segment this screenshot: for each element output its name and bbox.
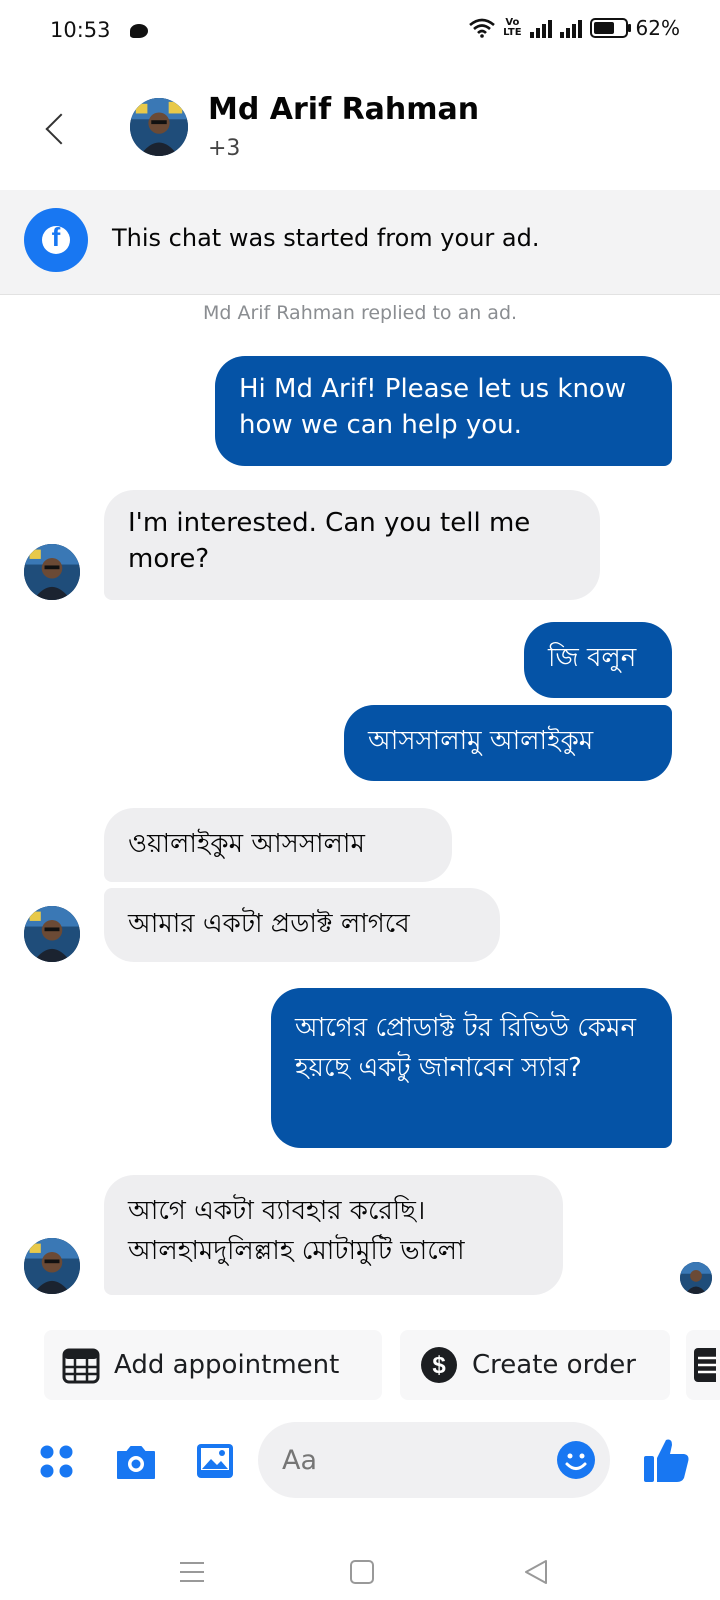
create-order-label: Create order [472, 1350, 636, 1380]
dollar-icon: $ [421, 1347, 457, 1383]
document-icon [694, 1348, 716, 1382]
status-icons: Vo LTE 62% [469, 16, 680, 40]
message-outgoing[interactable]: আসসালামু আলাইকুম [344, 705, 672, 781]
volte-icon: Vo LTE [503, 17, 522, 38]
back-nav-icon[interactable] [524, 1560, 548, 1584]
contact-avatar[interactable] [130, 98, 188, 156]
message-outgoing[interactable]: জি বলুন [524, 622, 672, 698]
signal-icon-2 [559, 18, 582, 38]
add-appointment-label: Add appointment [114, 1350, 340, 1380]
notification-icon [130, 24, 148, 38]
menu-grid-icon[interactable] [36, 1440, 80, 1484]
ad-banner-text: This chat was started from your ad. [112, 224, 540, 252]
thumbs-up-icon[interactable] [642, 1436, 692, 1484]
add-appointment-button[interactable]: Add appointment [44, 1330, 382, 1400]
status-time: 10:53 [50, 18, 111, 42]
recent-apps-icon[interactable] [180, 1560, 204, 1584]
sender-avatar [24, 544, 80, 600]
contact-name[interactable]: Md Arif Rahman [208, 92, 479, 127]
battery-level: 62% [635, 16, 680, 40]
back-button[interactable] [40, 100, 76, 160]
create-order-button[interactable]: $ Create order [400, 1330, 670, 1400]
message-incoming[interactable]: I'm interested. Can you tell me more? [104, 490, 600, 600]
seen-avatar [680, 1262, 712, 1294]
more-actions-button[interactable] [686, 1330, 720, 1400]
sender-avatar [24, 1238, 80, 1294]
message-outgoing[interactable]: Hi Md Arif! Please let us know how we ca… [215, 356, 672, 466]
participant-count: +3 [208, 136, 241, 161]
camera-icon[interactable] [114, 1440, 158, 1484]
message-outgoing[interactable]: আগের প্রোডাক্ট টর রিভিউ কেমন হয়ছে একটু … [271, 988, 672, 1148]
facebook-icon: f [24, 208, 88, 272]
sender-avatar [24, 906, 80, 962]
message-incoming[interactable]: আমার একটা প্রডাক্ট লাগবে [104, 888, 500, 962]
message-incoming[interactable]: ওয়ালাইকুম আসসালাম [104, 808, 452, 882]
signal-icon [529, 18, 552, 38]
svg-text:$: $ [432, 1352, 446, 1379]
gallery-icon[interactable] [194, 1440, 238, 1484]
wifi-icon [469, 18, 496, 38]
emoji-icon[interactable] [556, 1440, 596, 1480]
home-icon[interactable] [350, 1560, 374, 1584]
reply-notice: Md Arif Rahman replied to an ad. [202, 302, 518, 324]
battery-icon [589, 18, 631, 38]
calendar-icon [62, 1348, 100, 1384]
message-incoming[interactable]: আগে একটা ব্যাবহার করেছি। আলহামদুলিল্লাহ … [104, 1175, 563, 1295]
